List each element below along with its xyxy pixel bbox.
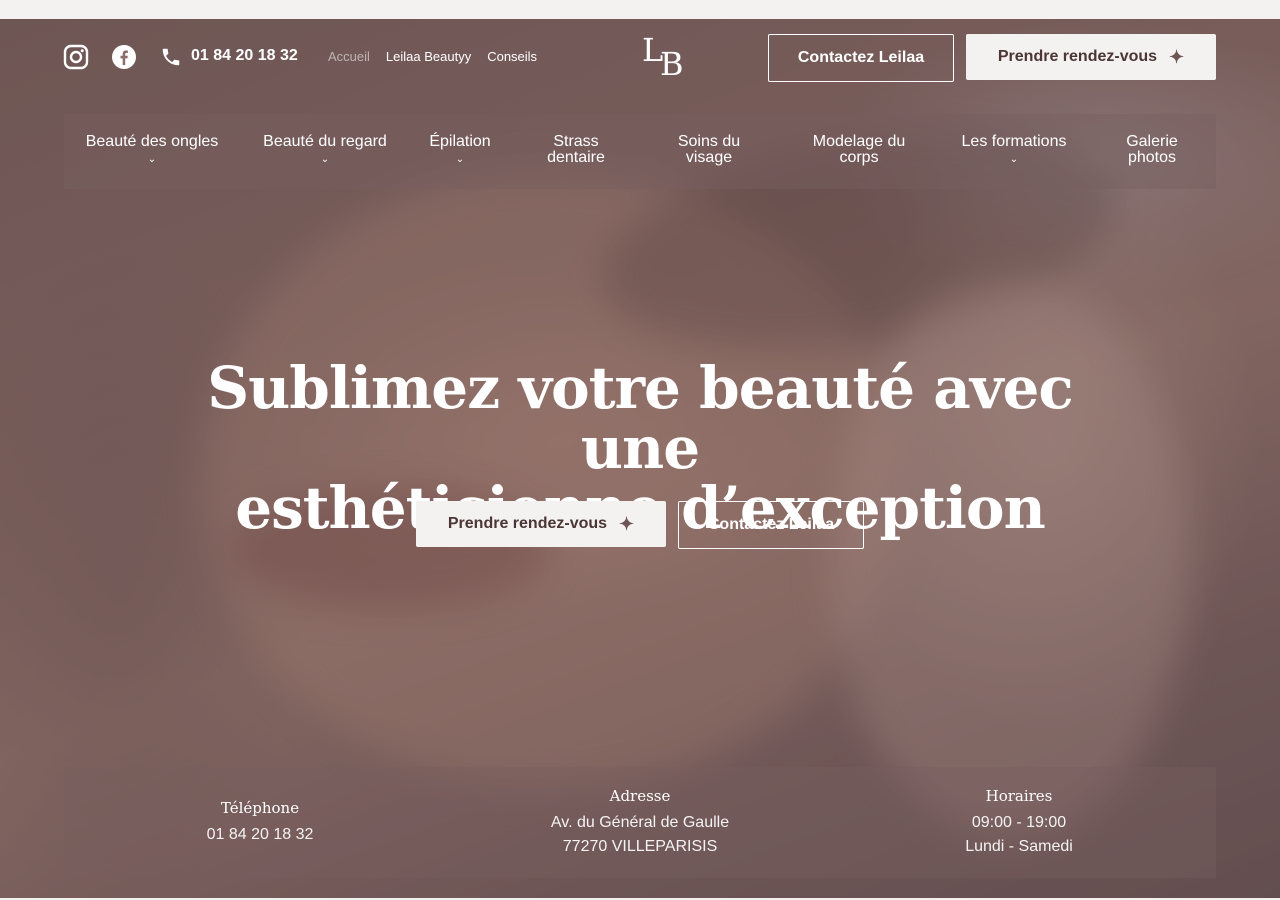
info-telephone-value[interactable]: 01 84 20 18 32 <box>160 823 360 847</box>
sparkle-icon: ✦ <box>619 513 635 534</box>
hero-title-line1: Sublimez votre beauté avec une <box>207 354 1073 482</box>
chevron-down-icon: ⌄ <box>147 154 157 165</box>
info-adresse-title: Adresse <box>609 787 671 805</box>
nav-label: Beauté des ongles <box>85 133 219 150</box>
info-horaires-line1: 09:00 - 19:00 <box>971 814 1067 831</box>
top-links: Accueil Leilaa Beautyy Conseils <box>328 49 537 64</box>
nav-item-les-formations[interactable]: Les formations ⌄ <box>946 114 1082 189</box>
chevron-down-icon: ⌄ <box>1009 154 1019 165</box>
nav-label-line1: Modelage du <box>812 133 906 150</box>
nav-label-line2: photos <box>1127 149 1177 166</box>
chevron-down-icon: ⌄ <box>455 154 465 165</box>
hero-rdv-label: Prendre rendez-vous <box>447 515 608 532</box>
hero-rdv-button[interactable]: Prendre rendez-vous ✦ <box>416 501 666 547</box>
link-leilaa-beautyy[interactable]: Leilaa Beautyy <box>386 49 471 64</box>
header-rdv-button[interactable]: Prendre rendez-vous ✦ <box>966 34 1216 80</box>
nav-label-line1: Soins du <box>677 133 741 150</box>
link-conseils[interactable]: Conseils <box>487 49 537 64</box>
top-strip <box>0 0 1280 19</box>
header-contact-label: Contactez Leilaa <box>797 49 925 66</box>
info-adresse: Adresse Av. du Général de Gaulle 77270 V… <box>500 787 780 859</box>
nav-item-epilation[interactable]: Épilation ⌄ <box>414 114 506 189</box>
info-adresse-line1: Av. du Général de Gaulle <box>550 814 730 831</box>
nav-item-beaute-du-regard[interactable]: Beauté du regard ⌄ <box>244 114 406 189</box>
nav-item-galerie-photos[interactable]: Galerie photos <box>1107 114 1197 189</box>
nav-label: Les formations <box>961 133 1067 150</box>
info-bar: Téléphone 01 84 20 18 32 Adresse Av. du … <box>64 767 1216 878</box>
nav-label-line2: dentaire <box>547 149 605 166</box>
logo-letter-b: B <box>660 45 684 83</box>
nav-item-soins-du-visage[interactable]: Soins du visage <box>659 114 759 189</box>
site-header: 01 84 20 18 32 Accueil Leilaa Beautyy Co… <box>0 19 1280 99</box>
nav-item-modelage-du-corps[interactable]: Modelage du corps <box>794 114 924 189</box>
nav-item-strass-dentaire[interactable]: Strass dentaire <box>526 114 626 189</box>
phone-icon[interactable] <box>160 46 182 68</box>
nav-label-line2: corps <box>839 149 879 166</box>
header-contact-button[interactable]: Contactez Leilaa <box>768 34 954 82</box>
link-accueil[interactable]: Accueil <box>328 49 370 64</box>
info-horaires-title: Horaires <box>985 787 1053 805</box>
info-telephone-title: Téléphone <box>220 799 300 817</box>
instagram-icon[interactable] <box>63 44 89 70</box>
nav-item-beaute-des-ongles[interactable]: Beauté des ongles ⌄ <box>64 114 240 189</box>
facebook-icon[interactable] <box>111 44 137 70</box>
site-logo[interactable]: L B <box>636 31 696 83</box>
chevron-down-icon: ⌄ <box>320 154 330 165</box>
header-phone-link[interactable]: 01 84 20 18 32 <box>191 47 298 65</box>
info-telephone: Téléphone 01 84 20 18 32 <box>160 799 360 847</box>
nav-label: Beauté du regard <box>263 133 387 150</box>
info-horaires-line2: Lundi - Samedi <box>965 838 1073 855</box>
nav-label-line1: Strass <box>553 133 599 150</box>
nav-label: Épilation <box>429 133 491 150</box>
hero-contact-button[interactable]: Contactez Leilaa <box>678 501 864 549</box>
nav-label-line1: Galerie <box>1126 133 1178 150</box>
header-rdv-label: Prendre rendez-vous <box>997 48 1158 65</box>
sparkle-icon: ✦ <box>1169 46 1185 67</box>
hero-contact-label: Contactez Leilaa <box>707 516 835 533</box>
info-horaires: Horaires 09:00 - 19:00 Lundi - Samedi <box>919 787 1119 859</box>
nav-label-line2: visage <box>685 149 733 166</box>
main-nav: Beauté des ongles ⌄ Beauté du regard ⌄ É… <box>64 114 1216 189</box>
info-adresse-line2: 77270 VILLEPARISIS <box>562 838 718 855</box>
